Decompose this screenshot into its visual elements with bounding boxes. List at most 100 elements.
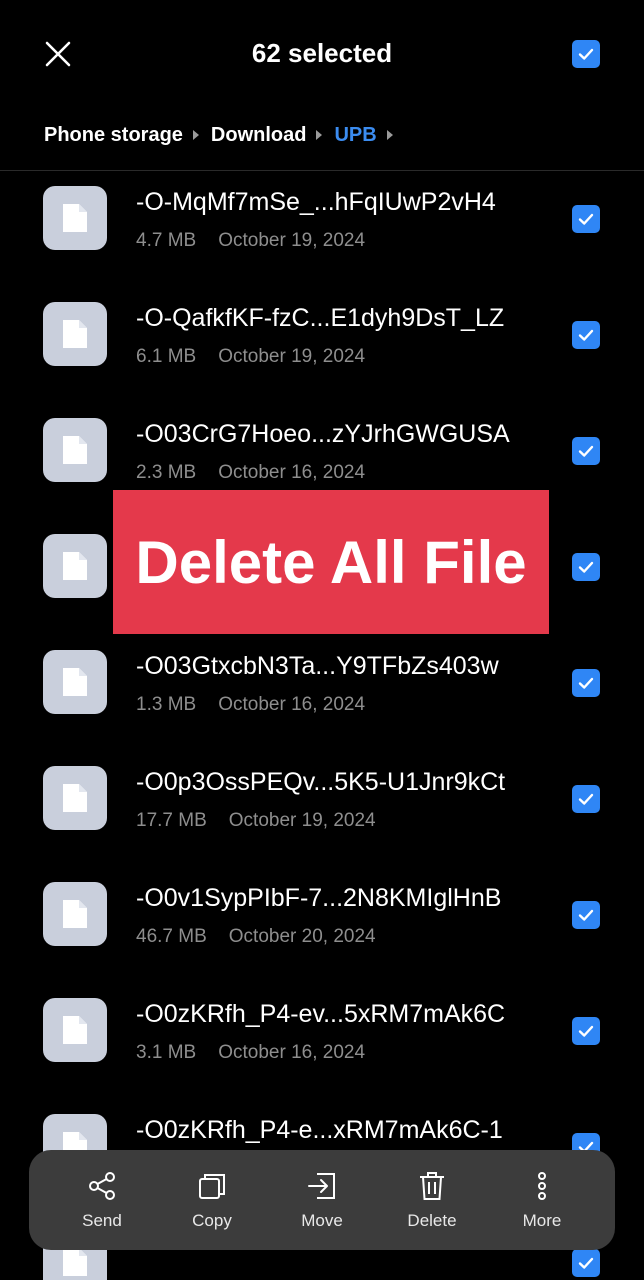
file-checkbox[interactable] (572, 669, 600, 697)
delete-label: Delete (407, 1211, 457, 1230)
file-size: 6.1 MB (136, 346, 197, 367)
document-icon (63, 784, 87, 812)
header-divider (0, 170, 644, 171)
copy-label: Copy (192, 1211, 232, 1230)
file-thumbnail (43, 650, 107, 714)
file-checkbox[interactable] (572, 1017, 600, 1045)
document-icon (63, 552, 87, 580)
file-thumbnail (43, 998, 107, 1062)
breadcrumb-item-phone-storage[interactable]: Phone storage (44, 124, 183, 147)
file-row[interactable]: -O-MqMf7mSe_...hFqIUwP2vH4 4.7 MB October… (0, 172, 644, 288)
file-name: -O03CrG7Hoeo...zYJrhGWGUSA (136, 420, 510, 448)
file-thumbnail (43, 534, 107, 598)
file-size: 3.1 MB (136, 1042, 197, 1063)
file-meta: 1.3 MB October 16, 2024 (136, 694, 365, 716)
checkmark-icon (578, 329, 594, 341)
file-name: -O0zKRfh_P4-ev...5xRM7mAk6C (136, 1000, 506, 1028)
more-vertical-icon (538, 1172, 546, 1200)
checkmark-icon (578, 677, 594, 689)
file-thumbnail (43, 766, 107, 830)
breadcrumb-separator-icon (192, 130, 199, 140)
share-icon (89, 1172, 115, 1200)
file-row[interactable]: -O0v1SypPIbF-7...2N8KMIglHnB 46.7 MB Octo… (0, 868, 644, 984)
file-meta: 6.1 MB October 19, 2024 (136, 346, 365, 368)
file-size: 1.3 MB (136, 694, 197, 715)
file-meta: 46.7 MB October 20, 2024 (136, 926, 376, 948)
file-name: -O0p3OssPEQv...5K5-U1Jnr9kCt (136, 768, 506, 796)
top-bar: 62 selected (0, 0, 644, 108)
file-row[interactable]: -O03GtxcbN3Ta...Y9TFbZs403w 1.3 MB Octobe… (0, 636, 644, 752)
file-row[interactable]: -O-QafkfKF-fzC...E1dyh9DsT_LZ 6.1 MB Octo… (0, 288, 644, 404)
file-meta: 4.7 MB October 19, 2024 (136, 230, 365, 252)
file-checkbox[interactable] (572, 553, 600, 581)
file-name: -O-QafkfKF-fzC...E1dyh9DsT_LZ (136, 304, 505, 332)
checkmark-icon (578, 793, 594, 805)
file-date: October 19, 2024 (228, 810, 376, 831)
file-name: -O-MqMf7mSe_...hFqIUwP2vH4 (136, 188, 496, 216)
more-label: More (522, 1211, 562, 1230)
file-checkbox[interactable] (572, 785, 600, 813)
delete-all-banner: Delete All File (113, 490, 549, 634)
document-icon (63, 668, 87, 696)
move-button[interactable]: Move (272, 1169, 372, 1231)
selection-count-title: 62 selected (251, 38, 393, 68)
move-icon (308, 1173, 335, 1199)
file-checkbox[interactable] (572, 321, 600, 349)
checkmark-icon (578, 561, 594, 573)
file-date: October 19, 2024 (218, 346, 366, 367)
copy-button[interactable]: Copy (162, 1169, 262, 1231)
file-meta: 17.7 MB October 19, 2024 (136, 810, 376, 832)
file-date: October 16, 2024 (218, 1042, 366, 1063)
file-thumbnail (43, 302, 107, 366)
file-date: October 16, 2024 (218, 462, 366, 483)
breadcrumb: Phone storage Download UPB (44, 120, 405, 150)
file-checkbox[interactable] (572, 901, 600, 929)
document-icon (63, 436, 87, 464)
file-size: 17.7 MB (136, 810, 207, 831)
file-name: -O0zKRfh_P4-e...xRM7mAk6C-1 (136, 1116, 503, 1144)
file-size: 46.7 MB (136, 926, 207, 947)
checkmark-icon (578, 445, 594, 457)
file-checkbox[interactable] (572, 205, 600, 233)
checkmark-icon (578, 213, 594, 225)
file-date: October 19, 2024 (218, 230, 366, 251)
delete-button[interactable]: Delete (382, 1169, 482, 1231)
file-row[interactable]: -O0zKRfh_P4-ev...5xRM7mAk6C 3.1 MB Octobe… (0, 984, 644, 1100)
file-date: October 20, 2024 (228, 926, 376, 947)
file-name: -O03GtxcbN3Ta...Y9TFbZs403w (136, 652, 499, 680)
file-checkbox[interactable] (572, 437, 600, 465)
file-checkbox[interactable] (572, 1249, 600, 1277)
document-icon (63, 1248, 87, 1276)
breadcrumb-item-upb[interactable]: UPB (334, 124, 376, 147)
breadcrumb-item-download[interactable]: Download (211, 124, 307, 147)
send-label: Send (82, 1211, 122, 1230)
document-icon (63, 1016, 87, 1044)
checkmark-icon (578, 909, 594, 921)
file-list[interactable]: -O-MqMf7mSe_...hFqIUwP2vH4 4.7 MB October… (0, 172, 644, 1280)
document-icon (63, 900, 87, 928)
file-size: 4.7 MB (136, 230, 197, 251)
checkmark-icon (578, 48, 594, 60)
file-thumbnail (43, 418, 107, 482)
banner-text: Delete All File (135, 528, 527, 596)
file-row[interactable]: -O0p3OssPEQv...5K5-U1Jnr9kCt 17.7 MB Octo… (0, 752, 644, 868)
file-size: 2.3 MB (136, 462, 197, 483)
file-thumbnail (43, 882, 107, 946)
send-button[interactable]: Send (52, 1169, 152, 1231)
more-button[interactable]: More (492, 1169, 592, 1231)
file-meta: 3.1 MB October 16, 2024 (136, 1042, 365, 1064)
file-thumbnail (43, 186, 107, 250)
checkmark-icon (578, 1257, 594, 1269)
file-date: October 16, 2024 (218, 694, 366, 715)
copy-icon (199, 1174, 225, 1199)
trash-icon (420, 1172, 444, 1200)
file-meta: 2.3 MB October 16, 2024 (136, 462, 365, 484)
breadcrumb-separator-icon (386, 130, 393, 140)
file-name: -O0v1SypPIbF-7...2N8KMIglHnB (136, 884, 502, 912)
document-icon (63, 204, 87, 232)
document-icon (63, 320, 87, 348)
select-all-checkbox[interactable] (572, 40, 600, 68)
breadcrumb-separator-icon (316, 130, 323, 140)
move-label: Move (301, 1211, 343, 1230)
checkmark-icon (578, 1025, 594, 1037)
